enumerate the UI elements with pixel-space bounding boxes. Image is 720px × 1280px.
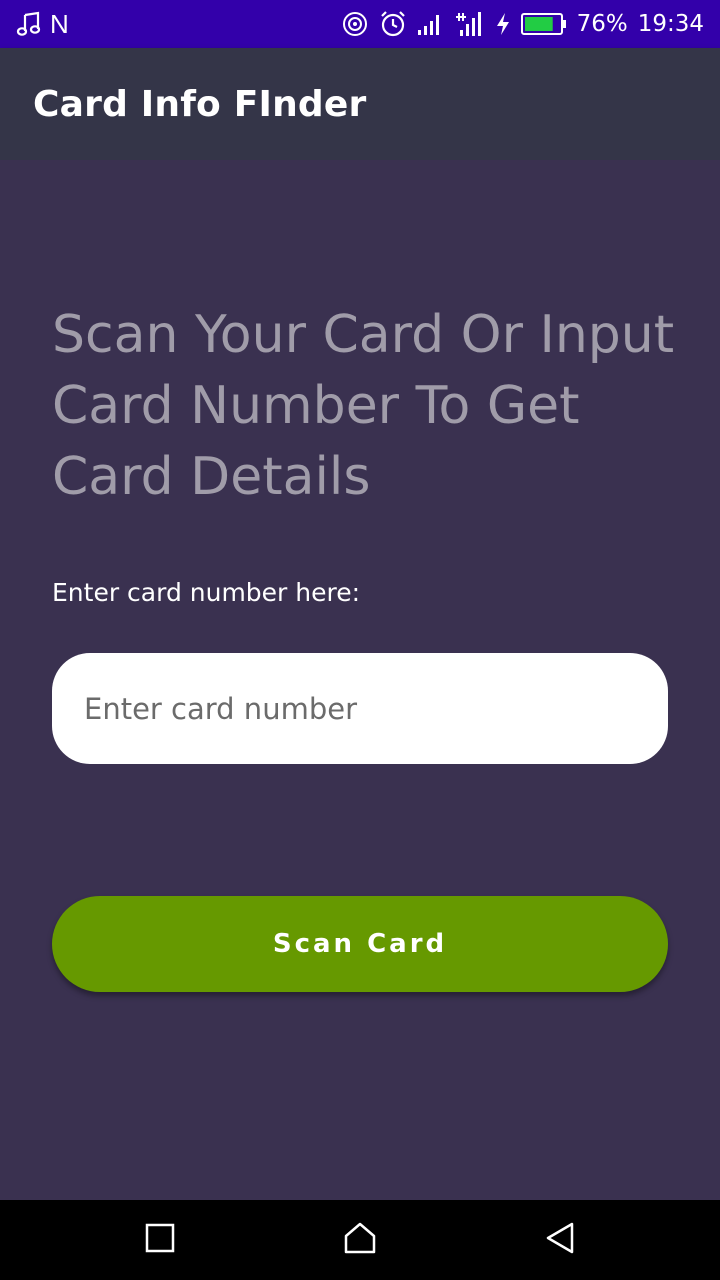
alarm-icon — [379, 10, 407, 38]
charging-icon — [495, 12, 511, 36]
main-content: Scan Your Card Or Input Card Number To G… — [0, 160, 720, 1200]
scan-card-button[interactable]: Scan Card — [52, 896, 668, 992]
recent-apps-icon — [144, 1222, 176, 1258]
headline-text: Scan Your Card Or Input Card Number To G… — [52, 305, 675, 507]
music-note-icon — [16, 11, 42, 37]
app-bar: Card Info FInder — [0, 48, 720, 160]
app-title: Card Info FInder — [33, 83, 367, 125]
battery-icon — [520, 12, 567, 36]
clock-time: 19:34 — [637, 11, 704, 37]
home-icon — [343, 1221, 377, 1259]
hotspot-icon — [341, 10, 369, 38]
recent-apps-button[interactable] — [100, 1200, 220, 1280]
notification-n-icon: N — [50, 8, 69, 39]
status-bar-right: 76% 19:34 — [341, 0, 704, 48]
battery-percent: 76% — [576, 11, 628, 37]
home-button[interactable] — [300, 1200, 420, 1280]
back-button[interactable] — [500, 1200, 620, 1280]
navigation-bar — [0, 1200, 720, 1280]
status-bar-left: N — [16, 0, 69, 48]
signal-icon — [417, 12, 445, 36]
signal-4g-icon — [455, 11, 485, 37]
battery-level-fill — [524, 17, 553, 31]
card-number-label: Enter card number here: — [52, 578, 361, 607]
status-bar: N 76% 19:34 — [0, 0, 720, 48]
card-number-input[interactable] — [52, 653, 668, 764]
back-icon — [544, 1221, 576, 1259]
